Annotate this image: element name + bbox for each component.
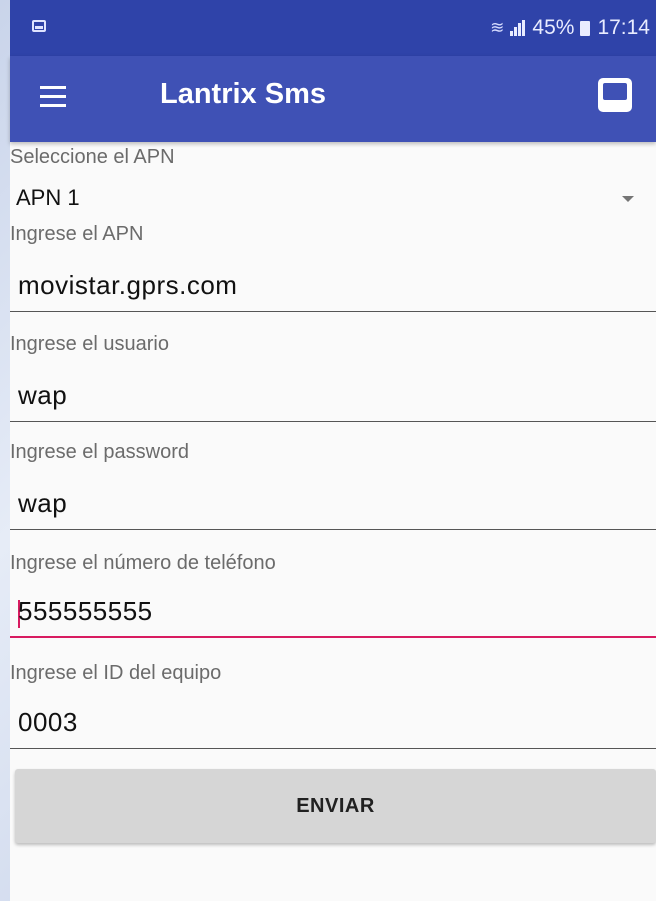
status-bar: ≋ 45% 17:14 xyxy=(10,0,656,56)
send-button[interactable]: ENVIAR xyxy=(15,769,656,843)
device-id-field-value: 0003 xyxy=(18,707,78,737)
device-id-field[interactable]: 0003 xyxy=(10,699,656,749)
password-label: Ingrese el password xyxy=(10,441,189,463)
phone-field[interactable]: 555555555 xyxy=(10,588,656,638)
battery-percent: 45% xyxy=(532,16,575,39)
notification-icon xyxy=(32,20,46,32)
apn-spinner-value: APN 1 xyxy=(16,185,80,210)
password-field-value: wap xyxy=(18,488,68,518)
user-label: Ingrese el usuario xyxy=(10,333,169,355)
signal-icon xyxy=(510,20,526,36)
wifi-icon: ≋ xyxy=(490,18,505,37)
app-title: Lantrix Sms xyxy=(160,78,326,110)
battery-icon xyxy=(580,20,591,36)
password-field[interactable]: wap xyxy=(10,480,656,530)
app-screen: ≋ 45% 17:14 Lantrix Sms Seleccione el AP… xyxy=(10,0,656,901)
menu-icon[interactable] xyxy=(40,86,66,108)
apn-select-label: Seleccione el APN xyxy=(10,146,175,168)
clock: 17:14 xyxy=(597,16,650,39)
status-indicators: ≋ 45% 17:14 xyxy=(490,14,650,42)
inbox-icon[interactable] xyxy=(598,78,632,112)
phone-field-value: 555555555 xyxy=(18,596,153,626)
chevron-down-icon xyxy=(622,196,634,202)
app-bar: Lantrix Sms xyxy=(10,56,656,142)
phone-label: Ingrese el número de teléfono xyxy=(10,552,276,574)
device-id-label: Ingrese el ID del equipo xyxy=(10,662,222,684)
apn-label: Ingrese el APN xyxy=(10,223,144,245)
apn-field-value: movistar.gprs.com xyxy=(18,270,238,300)
apn-field[interactable]: movistar.gprs.com xyxy=(10,262,656,312)
user-field[interactable]: wap xyxy=(10,372,656,422)
user-field-value: wap xyxy=(18,380,68,410)
